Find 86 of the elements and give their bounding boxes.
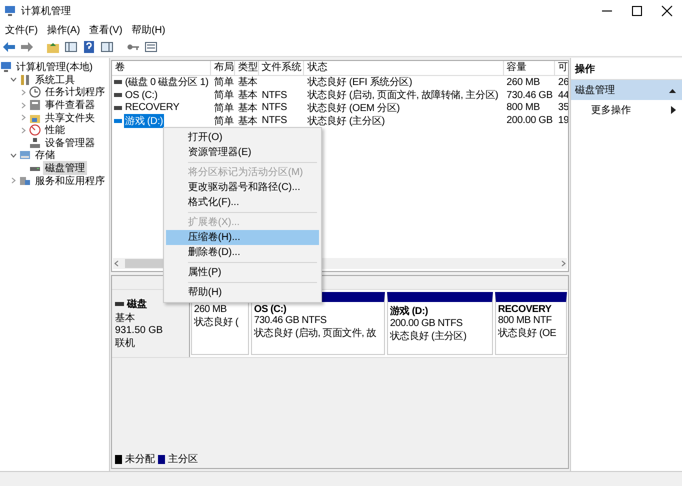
submenu-arrow-icon <box>671 106 676 114</box>
tools-icon <box>19 74 31 86</box>
tree-item[interactable]: 共享文件夹 <box>43 110 97 125</box>
device-icon <box>29 136 41 149</box>
tree-item[interactable]: 存储 <box>33 148 57 162</box>
tree-item[interactable]: 事件查看器 <box>43 98 97 112</box>
table-cell-text: 基本 <box>236 114 259 128</box>
table-cell: NTFS <box>260 115 288 126</box>
disk-info: 基本 <box>115 312 136 325</box>
clock-icon <box>29 86 41 98</box>
back-icon[interactable] <box>2 40 16 54</box>
column-header[interactable]: 文件系统 <box>262 62 302 73</box>
tree-item[interactable]: 磁盘管理 <box>43 161 87 176</box>
tree-item[interactable]: 性能 <box>43 123 67 138</box>
scroll-left-icon[interactable] <box>113 259 121 268</box>
volume-name[interactable]: RECOVERY <box>124 102 180 114</box>
table-cell: 26 <box>557 76 568 88</box>
partition-block[interactable]: OS (C:) 730.46 GB NTFS 状态良好 (启动, 页面文件, 故 <box>251 292 385 355</box>
column-header[interactable]: 布局 <box>214 62 234 73</box>
menu-item[interactable]: 操作(A) <box>44 22 86 36</box>
list-icon[interactable] <box>144 40 158 54</box>
menu-item[interactable]: 查看(V) <box>86 22 128 36</box>
menu-option[interactable]: 属性(P) <box>166 265 319 280</box>
disk-info: 联机 <box>115 336 136 350</box>
panel-icon[interactable] <box>64 40 78 54</box>
volume-name[interactable]: 游戏 (D:) <box>124 114 164 128</box>
partition-block[interactable]: RECOVERY 800 MB NTF 状态良好 (OE <box>495 292 567 355</box>
menu-option[interactable]: 格式化(F)... <box>166 195 319 210</box>
tree-item[interactable]: 设备管理器 <box>43 136 97 150</box>
table-cell: NTFS <box>260 102 288 114</box>
disk-title: 磁盘 <box>127 298 147 311</box>
table-cell-text: 简单 <box>213 114 235 128</box>
table-cell: 260 MB <box>506 76 541 88</box>
volume-name[interactable]: (磁盘 0 磁盘分区 1) <box>124 75 210 90</box>
menu-option[interactable]: 压缩卷(H)... <box>166 230 319 245</box>
services-icon <box>19 174 31 187</box>
table-cell: 800 MB <box>506 102 541 114</box>
log-icon <box>29 99 41 112</box>
tree-item[interactable]: 任务计划程序 <box>43 85 107 100</box>
app-icon <box>4 5 16 17</box>
column-header[interactable]: 状态 <box>307 62 328 73</box>
table-cell-text: 基本 <box>236 76 259 90</box>
table-cell-text: 状态良好 (OEM 分区) <box>306 102 401 115</box>
table-cell: 19 <box>557 115 568 126</box>
table-cell-text: 基本 <box>236 88 259 102</box>
table-cell-text: 状态良好 (启动, 页面文件, 故障转储, 主分区) <box>306 88 500 102</box>
table-cell-text: 简单 <box>213 76 235 90</box>
menu-option[interactable]: 删除卷(D)... <box>166 245 319 260</box>
table-cell: 730.46 GB <box>506 90 554 101</box>
menu-item[interactable]: 帮助(H) <box>128 22 172 36</box>
legend-label: 主分区 <box>168 452 198 466</box>
action-section[interactable]: 磁盘管理 <box>571 80 682 100</box>
action-item[interactable]: 更多操作 <box>571 100 682 120</box>
computer-icon <box>0 61 12 74</box>
storage-icon <box>19 149 31 162</box>
table-cell-text: 简单 <box>213 88 235 102</box>
tree-item[interactable]: 服务和应用程序 <box>33 174 107 188</box>
volume-icon <box>114 80 122 84</box>
table-cell: 200.00 GB <box>506 115 554 126</box>
table-cell-text: 状态良好 (EFI 系统分区) <box>306 76 414 90</box>
forward-icon[interactable] <box>20 40 34 54</box>
column-header[interactable]: 类型 <box>238 62 258 73</box>
gauge-icon <box>29 124 41 136</box>
window-title: 计算机管理 <box>21 4 71 18</box>
panel-icon[interactable] <box>100 40 114 54</box>
menu-item[interactable]: 文件(F) <box>2 22 44 36</box>
table-cell-text: 基本 <box>236 102 259 115</box>
help-icon[interactable] <box>82 40 96 54</box>
table-cell-text: 状态良好 (主分区) <box>306 114 386 128</box>
partition-block[interactable]: 游戏 (D:) 200.00 GB NTFS 状态良好 (主分区) <box>387 292 493 355</box>
volume-icon <box>114 118 122 123</box>
column-header[interactable]: 容量 <box>506 62 527 73</box>
tree-item[interactable]: 系统工具 <box>33 72 77 87</box>
volume-name[interactable]: OS (C:) <box>124 90 158 101</box>
table-cell: NTFS <box>260 90 288 101</box>
tree-item[interactable]: 计算机管理(本地) <box>14 60 95 74</box>
table-cell-text: 简单 <box>213 102 235 115</box>
column-header[interactable]: 可 <box>558 62 568 73</box>
disk-info: 931.50 GB <box>115 325 164 336</box>
menu-option[interactable]: 资源管理器(E) <box>166 145 319 160</box>
column-header[interactable]: 卷 <box>115 62 125 73</box>
menu-option[interactable]: 更改驱动器号和路径(C)... <box>166 180 319 195</box>
legend-label: 未分配 <box>125 452 155 466</box>
menu-option[interactable]: 打开(O) <box>166 130 319 145</box>
scroll-right-icon[interactable] <box>559 259 567 268</box>
collapse-icon[interactable] <box>669 88 676 92</box>
